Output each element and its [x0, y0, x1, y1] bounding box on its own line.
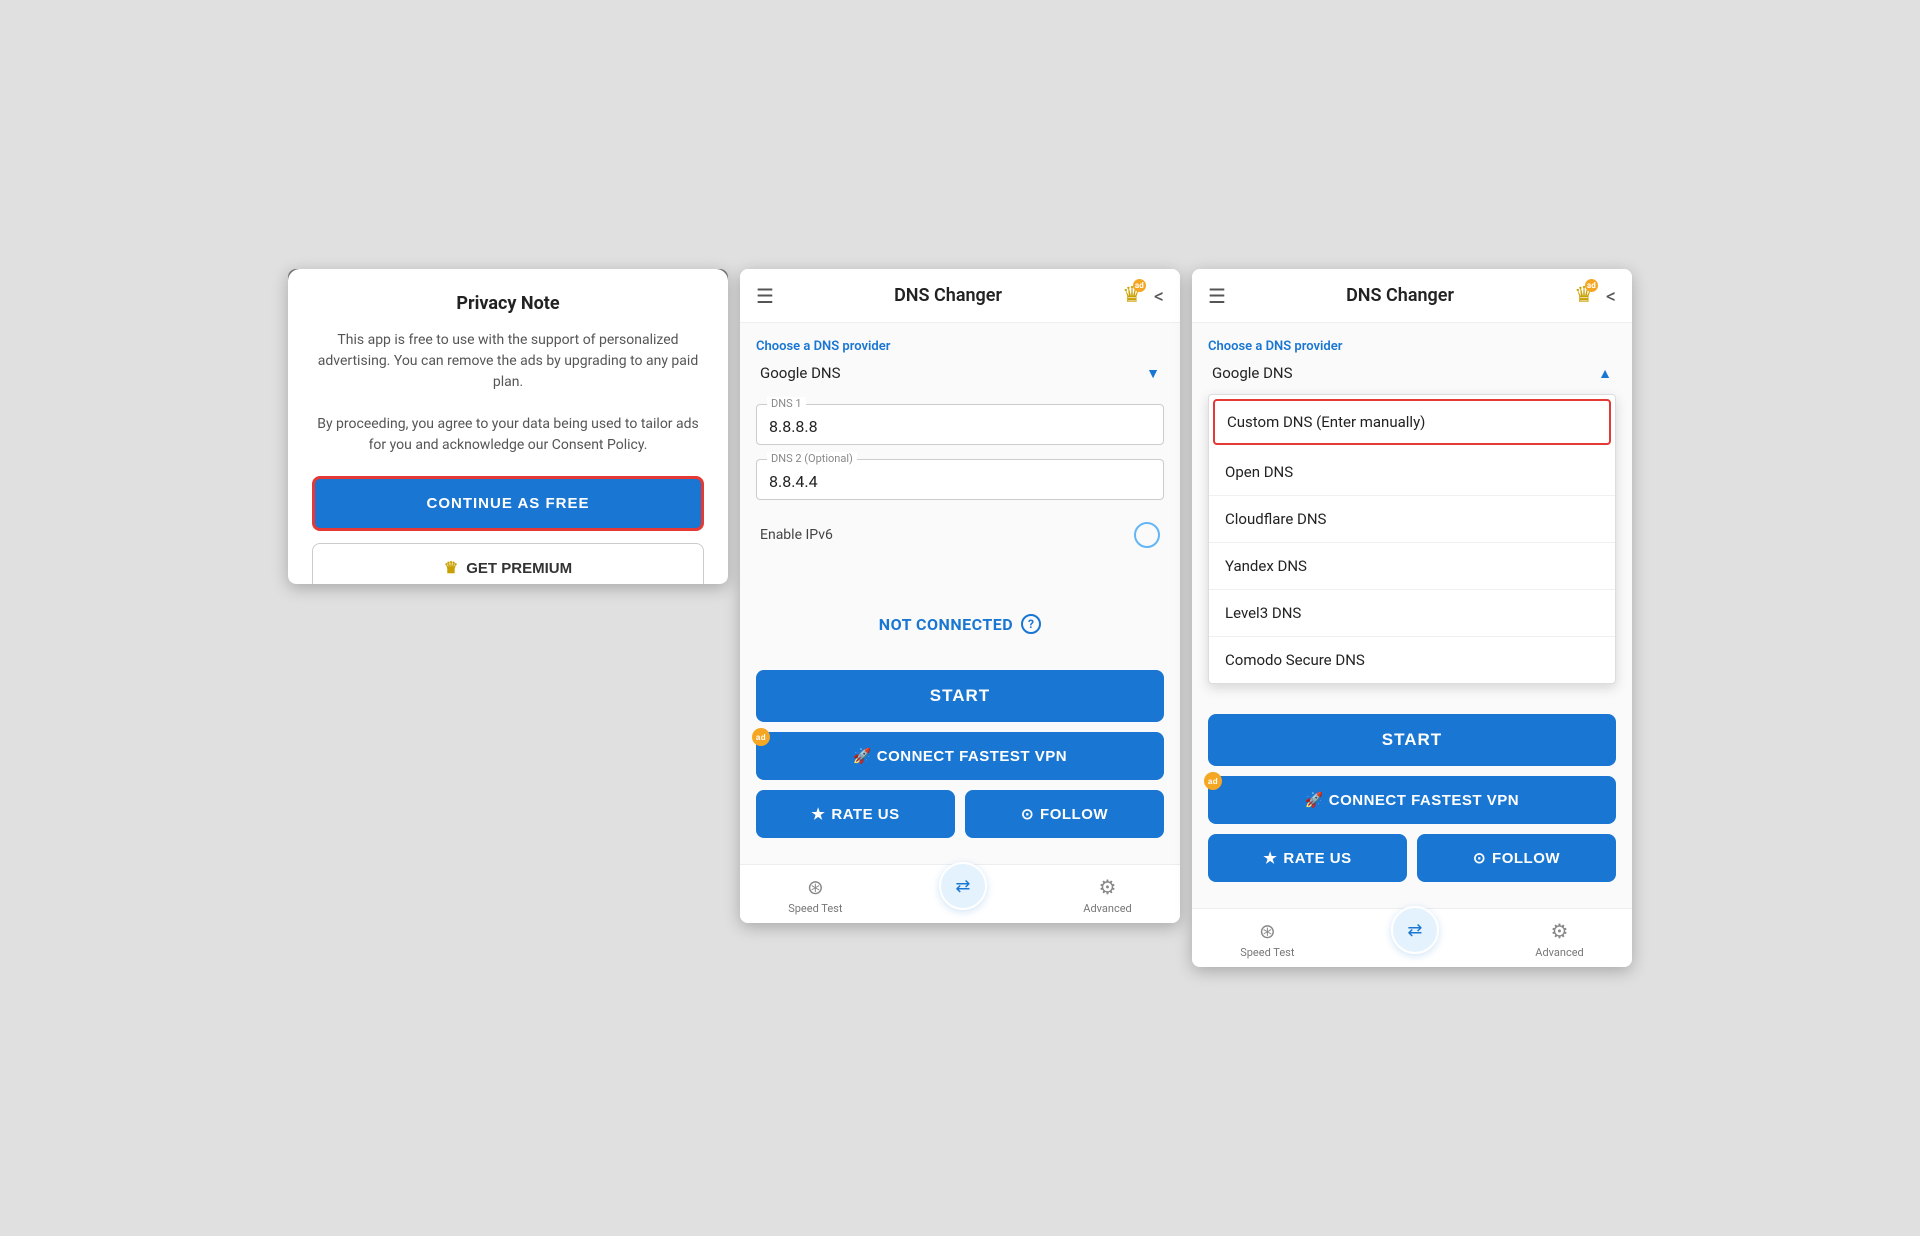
- instagram-icon-3: ⊙: [1473, 849, 1486, 867]
- speedometer-icon-3: ⊛: [1259, 919, 1276, 943]
- privacy-overlay: Privacy Note This app is free to use wit…: [288, 269, 728, 584]
- app-title-3: DNS Changer: [1226, 285, 1574, 306]
- app-body-2: Choose a DNS provider Google DNS ▼ DNS 1…: [740, 323, 1180, 864]
- app-body-3: Choose a DNS provider Google DNS ▲ Custo…: [1192, 323, 1632, 908]
- advanced-nav-2[interactable]: ⚙ Advanced: [1083, 875, 1131, 915]
- connect-vpn-button-3[interactable]: ad 🚀 CONNECT FASTEST VPN: [1208, 776, 1616, 824]
- dns1-value-2: 8.8.8.8: [769, 417, 1151, 436]
- app-header-2: ☰ DNS Changer ♛ ad <: [740, 269, 1180, 323]
- chevron-down-icon-2: ▼: [1146, 365, 1160, 382]
- badge-dot-2: ad: [1133, 279, 1146, 292]
- dns-provider-value-2: Google DNS: [760, 364, 841, 382]
- speed-test-label-2: Speed Test: [788, 902, 842, 915]
- dns-provider-select-3[interactable]: Google DNS ▲: [1208, 358, 1616, 388]
- header-icons-right-3: ♛ ad <: [1574, 283, 1616, 308]
- advanced-label-3: Advanced: [1535, 946, 1583, 959]
- not-connected-2: NOT CONNECTED ?: [756, 598, 1164, 650]
- connect-vpn-button-2[interactable]: ad 🚀 CONNECT FASTEST VPN: [756, 732, 1164, 780]
- dropdown-item-comodo-3[interactable]: Comodo Secure DNS: [1209, 637, 1615, 683]
- get-premium-button[interactable]: ♛ GET PREMIUM: [312, 543, 704, 584]
- follow-button-3[interactable]: ⊙ FOLLOW: [1417, 834, 1616, 882]
- rate-follow-row-3: ★ RATE US ⊙ FOLLOW: [1208, 834, 1616, 882]
- dns2-label-2: DNS 2 (Optional): [767, 452, 857, 465]
- bottom-nav-2: ⊛ Speed Test ⇄ ⚙ Advanced: [740, 864, 1180, 923]
- question-icon-2[interactable]: ?: [1021, 614, 1041, 634]
- vpn-badge-2: ad: [752, 728, 770, 746]
- rate-us-button-3[interactable]: ★ RATE US: [1208, 834, 1407, 882]
- dropdown-item-level3-3[interactable]: Level3 DNS: [1209, 590, 1615, 637]
- settings-icon-3: ⚙: [1551, 919, 1569, 943]
- dns-dropdown-3[interactable]: Custom DNS (Enter manually) Open DNS Clo…: [1208, 394, 1616, 684]
- settings-icon-2: ⚙: [1099, 875, 1117, 899]
- menu-icon-2[interactable]: ☰: [756, 284, 774, 308]
- share-icon-2[interactable]: <: [1154, 284, 1164, 308]
- screen-2: ☰ DNS Changer ♛ ad < Choose a DNS provid…: [740, 269, 1180, 923]
- header-icons-right-2: ♛ ad <: [1122, 283, 1164, 308]
- star-icon-3: ★: [1263, 849, 1277, 867]
- privacy-text: This app is free to use with the support…: [312, 330, 704, 456]
- chevron-up-icon-3: ▲: [1598, 365, 1612, 382]
- speedometer-icon-2: ⊛: [807, 875, 824, 899]
- swap-icon-2: ⇄: [955, 876, 970, 897]
- screens-container: ☰ DNS Changer ♛ ad < Choose a DNS provid…: [288, 269, 1632, 967]
- screen-1: ☰ DNS Changer ♛ ad < Choose a DNS provid…: [288, 269, 728, 584]
- speed-test-label-3: Speed Test: [1240, 946, 1294, 959]
- bottom-nav-3: ⊛ Speed Test ⇄ ⚙ Advanced: [1192, 908, 1632, 967]
- dns-provider-value-3: Google DNS: [1212, 364, 1293, 382]
- privacy-modal: Privacy Note This app is free to use wit…: [288, 269, 728, 584]
- follow-button-2[interactable]: ⊙ FOLLOW: [965, 790, 1164, 838]
- share-icon-3[interactable]: <: [1606, 284, 1616, 308]
- crown-badge-3[interactable]: ♛ ad: [1574, 283, 1594, 308]
- speed-test-nav-3[interactable]: ⊛ Speed Test: [1240, 919, 1294, 959]
- dns-provider-label-3: Choose a DNS provider: [1208, 339, 1616, 354]
- vpn-badge-3: ad: [1204, 772, 1222, 790]
- speed-test-nav-2[interactable]: ⊛ Speed Test: [788, 875, 842, 915]
- crown-icon-premium: ♛: [444, 558, 458, 578]
- dns1-input-2[interactable]: DNS 1 8.8.8.8: [756, 404, 1164, 445]
- dropdown-item-open-3[interactable]: Open DNS: [1209, 449, 1615, 496]
- ipv6-toggle-2[interactable]: [1134, 522, 1160, 548]
- dns2-value-2: 8.8.4.4: [769, 472, 1151, 491]
- star-icon-2: ★: [811, 805, 825, 823]
- menu-icon-3[interactable]: ☰: [1208, 284, 1226, 308]
- privacy-title: Privacy Note: [312, 293, 704, 314]
- advanced-nav-3[interactable]: ⚙ Advanced: [1535, 919, 1583, 959]
- dns-provider-label-2: Choose a DNS provider: [756, 339, 1164, 354]
- ipv6-label-2: Enable IPv6: [760, 527, 833, 543]
- app-title-2: DNS Changer: [774, 285, 1122, 306]
- center-nav-3[interactable]: ⇄: [1391, 906, 1439, 954]
- rate-us-button-2[interactable]: ★ RATE US: [756, 790, 955, 838]
- dns2-input-2[interactable]: DNS 2 (Optional) 8.8.4.4: [756, 459, 1164, 500]
- dns1-label-2: DNS 1: [767, 397, 806, 410]
- ipv6-row-2: Enable IPv6: [756, 514, 1164, 556]
- dropdown-item-cloudflare-3[interactable]: Cloudflare DNS: [1209, 496, 1615, 543]
- start-button-2[interactable]: START: [756, 670, 1164, 722]
- rate-follow-row-2: ★ RATE US ⊙ FOLLOW: [756, 790, 1164, 838]
- start-button-3[interactable]: START: [1208, 714, 1616, 766]
- advanced-label-2: Advanced: [1083, 902, 1131, 915]
- screen-3: ☰ DNS Changer ♛ ad < Choose a DNS provid…: [1192, 269, 1632, 967]
- crown-badge-2[interactable]: ♛ ad: [1122, 283, 1142, 308]
- app-header-3: ☰ DNS Changer ♛ ad <: [1192, 269, 1632, 323]
- continue-as-free-button[interactable]: CONTINUE AS FREE: [312, 476, 704, 531]
- dropdown-item-yandex-3[interactable]: Yandex DNS: [1209, 543, 1615, 590]
- swap-icon-3: ⇄: [1407, 920, 1422, 941]
- dropdown-item-custom-3[interactable]: Custom DNS (Enter manually): [1213, 399, 1611, 445]
- badge-dot-3: ad: [1585, 279, 1598, 292]
- instagram-icon-2: ⊙: [1021, 805, 1034, 823]
- dns-provider-select-2[interactable]: Google DNS ▼: [756, 358, 1164, 388]
- center-nav-2[interactable]: ⇄: [939, 862, 987, 910]
